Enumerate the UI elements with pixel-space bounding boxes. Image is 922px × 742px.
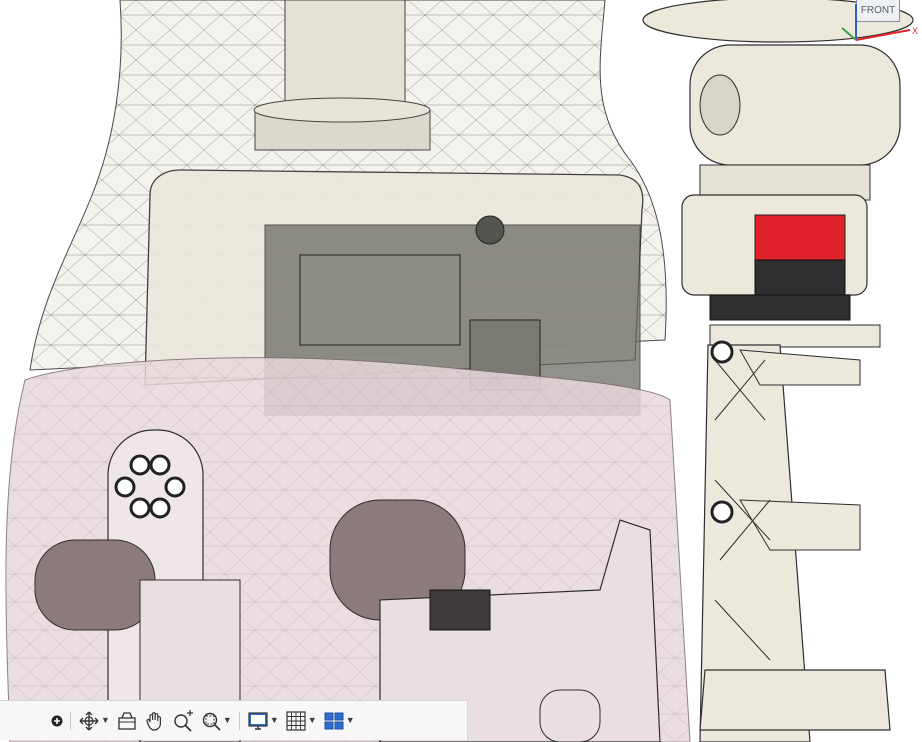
chevron-down-icon[interactable]: ▼: [270, 716, 279, 725]
grid-snaps-button[interactable]: ▼: [282, 706, 320, 736]
viewcube[interactable]: FRONT X: [840, 0, 922, 50]
chevron-down-icon[interactable]: ▼: [346, 716, 355, 725]
spine-bracket[interactable]: [699, 324, 891, 742]
chevron-down-icon[interactable]: ▼: [101, 716, 110, 725]
plus-circle-icon: [51, 715, 63, 726]
display-settings-button[interactable]: ▼: [244, 706, 282, 736]
zoom-button[interactable]: [169, 706, 197, 736]
look-at-icon: [118, 711, 136, 730]
zoom-window-button[interactable]: ▼: [197, 706, 235, 736]
chevron-down-icon[interactable]: ▼: [308, 716, 317, 725]
red-servo-motor[interactable]: [681, 194, 868, 321]
pan-hand-icon: [146, 711, 161, 731]
navbar-separator: [238, 711, 240, 730]
look-at-button[interactable]: [113, 706, 141, 736]
pan-button[interactable]: [141, 706, 169, 736]
viewports-icon: [324, 712, 344, 729]
zoom-window-icon: [202, 712, 221, 731]
navigation-bar: ▼ ▼ ▼ ▼ ▼: [0, 700, 468, 740]
orbit-button[interactable]: ▼: [75, 706, 113, 736]
svg-text:X: X: [912, 26, 918, 36]
3d-viewport[interactable]: FRONT X ▼ ▼ ▼ ▼ ▼: [0, 0, 922, 742]
grid-icon: [286, 710, 306, 731]
nav-menu-button[interactable]: [48, 706, 66, 736]
viewports-button[interactable]: ▼: [320, 706, 358, 736]
zoom-icon: [174, 709, 193, 732]
chevron-down-icon[interactable]: ▼: [223, 716, 232, 725]
model-canvas[interactable]: [0, 0, 922, 742]
navbar-separator: [70, 711, 71, 730]
orbit-icon: [79, 711, 99, 730]
display-monitor-icon: [248, 711, 268, 730]
axis-triad-icon: X: [841, 4, 918, 41]
